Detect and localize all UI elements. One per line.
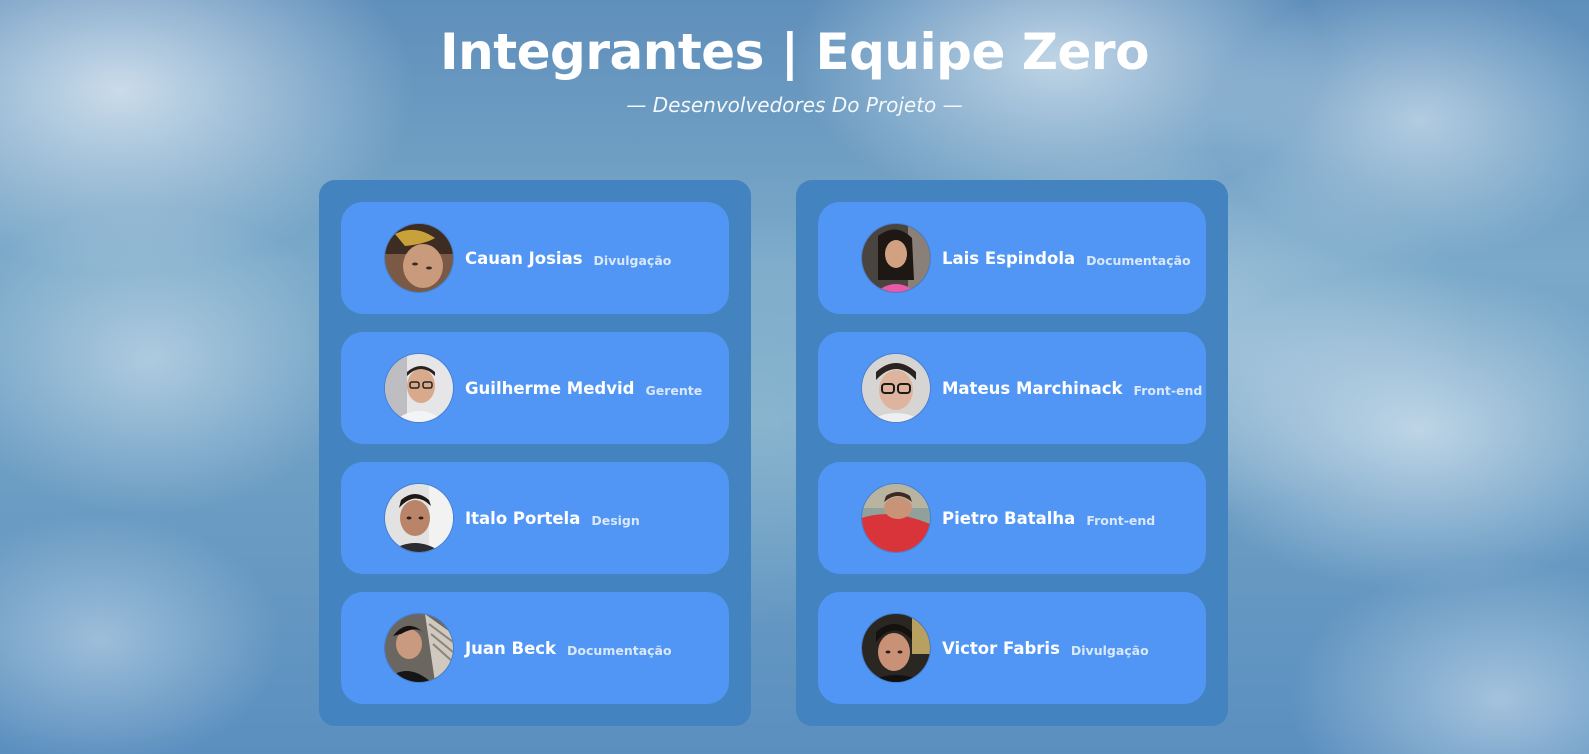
member-name: Pietro Batalha	[942, 508, 1076, 528]
page-header: Integrantes | Equipe Zero — Desenvolvedo…	[0, 18, 1589, 120]
member-card-cauan[interactable]: Cauan Josias Divulgação	[341, 202, 729, 314]
member-info: Pietro Batalha Front-end	[942, 462, 1155, 574]
member-role: Gerente	[645, 382, 703, 398]
member-card-victor[interactable]: Victor Fabris Divulgação	[818, 592, 1206, 704]
member-role: Design	[591, 512, 640, 528]
member-avatar	[862, 484, 930, 552]
member-role: Documentação	[1086, 252, 1191, 268]
member-info: Victor Fabris Divulgação	[942, 592, 1149, 704]
member-info: Guilherme Medvid Gerente	[465, 332, 702, 444]
team-column-right: Lais Espindola Documentação Mateus March…	[796, 180, 1228, 726]
member-role: Divulgação	[1070, 642, 1149, 658]
member-info: Italo Portela Design	[465, 462, 640, 574]
member-name: Mateus Marchinack	[942, 378, 1123, 398]
member-card-guilherme[interactable]: Guilherme Medvid Gerente	[341, 332, 729, 444]
member-card-juan[interactable]: Juan Beck Documentação	[341, 592, 729, 704]
member-name: Victor Fabris	[942, 638, 1060, 658]
member-avatar	[862, 614, 930, 682]
member-name: Cauan Josias	[465, 248, 583, 268]
member-role: Divulgação	[593, 252, 672, 268]
team-column-left: Cauan Josias Divulgação Guilherme Medvid…	[319, 180, 751, 726]
page-subtitle: — Desenvolvedores Do Projeto —	[626, 93, 963, 117]
member-role: Front-end	[1086, 512, 1156, 528]
member-avatar	[385, 614, 453, 682]
member-info: Juan Beck Documentação	[465, 592, 672, 704]
member-role: Front-end	[1133, 382, 1203, 398]
member-info: Lais Espindola Documentação	[942, 202, 1191, 314]
member-role: Documentação	[567, 642, 672, 658]
member-card-pietro[interactable]: Pietro Batalha Front-end	[818, 462, 1206, 574]
member-avatar	[862, 354, 930, 422]
member-avatar	[385, 484, 453, 552]
page-title: Integrantes | Equipe Zero	[440, 23, 1149, 81]
member-name: Juan Beck	[465, 638, 557, 658]
member-avatar	[385, 354, 453, 422]
member-name: Lais Espindola	[942, 248, 1076, 268]
member-info: Cauan Josias Divulgação	[465, 202, 671, 314]
member-card-lais[interactable]: Lais Espindola Documentação	[818, 202, 1206, 314]
member-name: Italo Portela	[465, 508, 581, 528]
member-avatar	[385, 224, 453, 292]
member-info: Mateus Marchinack Front-end	[942, 332, 1202, 444]
member-card-italo[interactable]: Italo Portela Design	[341, 462, 729, 574]
member-name: Guilherme Medvid	[465, 378, 635, 398]
member-card-mateus[interactable]: Mateus Marchinack Front-end	[818, 332, 1206, 444]
member-avatar	[862, 224, 930, 292]
